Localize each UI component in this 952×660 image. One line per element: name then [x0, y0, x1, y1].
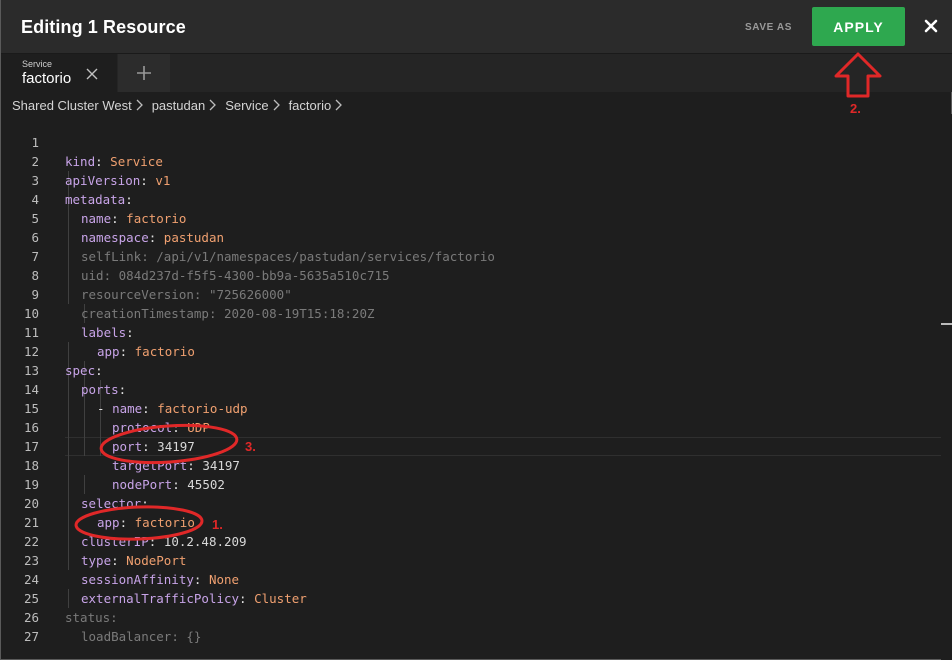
code-line: 4 name: factorio [1, 171, 941, 226]
code-line: 2 apiVersion: v1 [1, 133, 941, 188]
code-line: 21 clusterIP: 10.2.48.209 [1, 494, 941, 549]
code-line: 12 spec: [1, 323, 941, 378]
close-icon[interactable] [919, 14, 943, 38]
line-number: 27 [23, 629, 39, 644]
plus-icon [137, 66, 151, 80]
code-line: 22 type: NodePort [1, 513, 941, 568]
code-line: 19 selector: [1, 456, 941, 511]
code-line: 20 app: factorio [1, 475, 941, 530]
code-line: 3 metadata: [1, 152, 941, 207]
tab-kind-label: Service [22, 59, 53, 69]
code-line: 16 port: 34197 [1, 399, 941, 454]
annotation-label-2: 2. [850, 101, 861, 116]
add-tab-button[interactable] [118, 54, 170, 92]
chevron-right-icon [209, 99, 217, 111]
tab-resource[interactable]: Service factorio [1, 54, 117, 92]
breadcrumb-resource[interactable]: factorio [289, 98, 332, 113]
code-line: 11 app: factorio [1, 304, 941, 359]
chevron-right-icon [136, 99, 143, 111]
code-line: 14 - name: factorio-udp [1, 361, 941, 416]
code-line: 25 status: [1, 570, 941, 625]
yaml-value: {} [186, 629, 202, 644]
tab-close-icon[interactable] [85, 66, 99, 80]
chevron-right-icon [273, 99, 280, 111]
code-line: 6 selfLink: /api/v1/namespaces/pastudan/… [1, 209, 941, 264]
code-line: 5 namespace: pastudan [1, 190, 941, 245]
code-line: 8 resourceVersion: "725626000" [1, 247, 941, 302]
code-line: 24 externalTrafficPolicy: Cluster [1, 551, 941, 606]
apply-button[interactable]: APPLY [812, 7, 905, 46]
code-line: 7 uid: 084d237d-f5f5-4300-bb9a-5635a510c… [1, 228, 941, 283]
scrollbar[interactable] [941, 114, 952, 660]
code-line: 17 targetPort: 34197 [1, 418, 941, 473]
code-line: 27 [1, 608, 941, 644]
code-line: 9 creationTimestamp: 2020-08-19T15:18:20… [1, 266, 941, 321]
breadcrumb-kind[interactable]: Service [225, 98, 268, 113]
code-line: 10 labels: [1, 285, 941, 340]
tab-bar: Service factorio [1, 54, 952, 92]
chevron-right-icon [335, 99, 343, 111]
breadcrumb: Shared Cluster West pastudan Service fac… [12, 96, 351, 114]
code-line: 15 protocol: UDP [1, 380, 941, 435]
annotation-label-1: 1. [212, 517, 223, 532]
annotation-label-3: 3. [245, 439, 256, 454]
code-line: 13 ports: [1, 342, 941, 397]
yaml-key: loadBalancer [81, 629, 172, 644]
breadcrumb-namespace[interactable]: pastudan [152, 98, 206, 113]
editor-window: Editing 1 Resource SAVE AS APPLY Service… [0, 0, 952, 660]
save-as-button[interactable]: SAVE AS [745, 22, 792, 33]
yaml-editor[interactable]: 1 kind: Service 2 apiVersion: v1 3 metad… [1, 114, 941, 660]
breadcrumb-cluster[interactable]: Shared Cluster West [12, 98, 132, 113]
tab-name-label: factorio [22, 70, 72, 87]
code-line: 26 loadBalancer: {} [1, 589, 941, 644]
dialog-title: Editing 1 Resource [21, 17, 186, 37]
scroll-position-marker [941, 323, 952, 325]
code-line: 18 nodePort: 45502 [1, 437, 941, 492]
code-line: 23 sessionAffinity: None [1, 532, 941, 587]
code-line: 1 kind: Service [1, 114, 941, 169]
header-bar: Editing 1 Resource SAVE AS APPLY [1, 0, 952, 54]
